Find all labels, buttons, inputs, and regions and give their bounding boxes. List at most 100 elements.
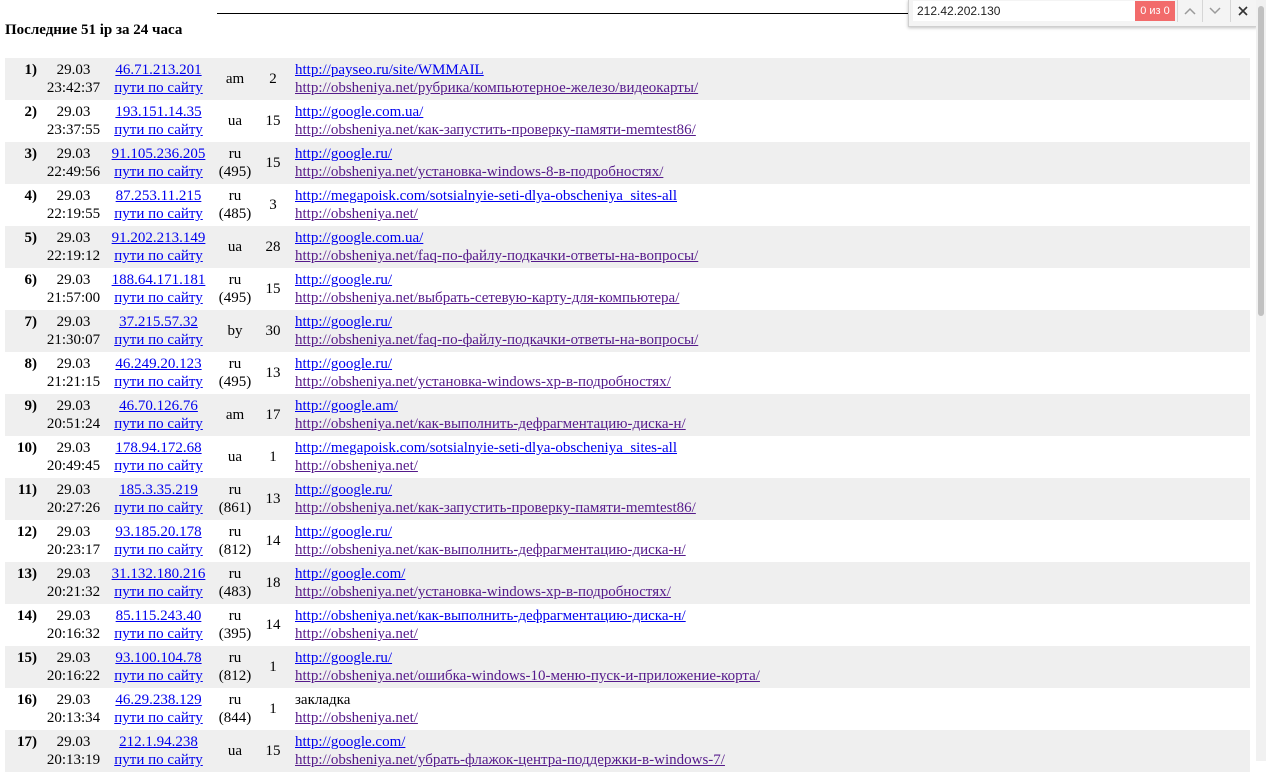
referrer-link[interactable]: http://google.com.ua/: [295, 103, 1250, 121]
site-paths-link[interactable]: пути по сайту: [105, 247, 212, 265]
site-paths-link[interactable]: пути по сайту: [105, 583, 212, 601]
find-input[interactable]: [913, 1, 1141, 21]
country-code: ru: [228, 566, 242, 582]
ip-link[interactable]: 188.64.171.181: [105, 271, 212, 289]
ip-link[interactable]: 85.115.243.40: [105, 607, 212, 625]
ip-link[interactable]: 212.1.94.238: [105, 733, 212, 751]
landing-page-link[interactable]: http://obsheniya.net/убрать-флажок-центр…: [295, 751, 1250, 769]
referrer-link[interactable]: http://google.com.ua/: [295, 229, 1250, 247]
referrer-link[interactable]: http://google.com/: [295, 565, 1250, 583]
ip-link[interactable]: 93.100.104.78: [105, 649, 212, 667]
referrer-link[interactable]: http://payseo.ru/site/WMMAIL: [295, 61, 1250, 79]
landing-page-link[interactable]: http://obsheniya.net/faq-по-файлу-подкач…: [295, 331, 1250, 349]
phone-code: (495): [218, 164, 252, 180]
vertical-scrollbar[interactable]: [1256, 0, 1266, 761]
landing-page-link[interactable]: http://obsheniya.net/как-запустить-прове…: [295, 499, 1250, 517]
landing-page-link[interactable]: http://obsheniya.net/: [295, 205, 1250, 223]
visit-time: 21:57:00: [46, 290, 101, 306]
phone-code: (844): [218, 710, 252, 726]
visit-time: 23:42:37: [46, 80, 101, 96]
landing-page-link[interactable]: http://obsheniya.net/как-запустить-прове…: [295, 121, 1250, 139]
ip-link[interactable]: 37.215.57.32: [105, 313, 212, 331]
visit-count: 15: [258, 730, 291, 772]
site-paths-link[interactable]: пути по сайту: [105, 541, 212, 559]
landing-page-link[interactable]: http://obsheniya.net/установка-windows-8…: [295, 163, 1250, 181]
site-paths-link[interactable]: пути по сайту: [105, 625, 212, 643]
ip-link[interactable]: 185.3.35.219: [105, 481, 212, 499]
ip-link[interactable]: 178.94.172.68: [105, 439, 212, 457]
row-number: 15): [5, 646, 42, 688]
landing-page-link[interactable]: http://obsheniya.net/выбрать-сетевую-кар…: [295, 289, 1250, 307]
site-paths-link[interactable]: пути по сайту: [105, 289, 212, 307]
visit-count: 1: [269, 449, 277, 465]
ip-link[interactable]: 87.253.11.215: [105, 187, 212, 205]
visit-count: 15: [265, 113, 281, 129]
landing-page-link[interactable]: http://obsheniya.net/: [295, 457, 1250, 475]
visit-time: 22:19:12: [46, 248, 101, 264]
landing-page-link[interactable]: http://obsheniya.net/: [295, 625, 1250, 643]
phone-code: (485): [218, 206, 252, 222]
scrollbar-thumb[interactable]: [1258, 6, 1264, 316]
visit-time: 20:23:17: [46, 542, 101, 558]
site-paths-link[interactable]: пути по сайту: [105, 709, 212, 727]
landing-page-link[interactable]: http://obsheniya.net/как-выполнить-дефра…: [295, 415, 1250, 433]
referrer-link[interactable]: http://google.ru/: [295, 313, 1250, 331]
landing-page-link[interactable]: http://obsheniya.net/ошибка-windows-10-м…: [295, 667, 1250, 685]
landing-page-link[interactable]: http://obsheniya.net/faq-по-файлу-подкач…: [295, 247, 1250, 265]
ip-link[interactable]: 91.202.213.149: [105, 229, 212, 247]
visit-date: 29.03: [56, 566, 91, 582]
site-paths-link[interactable]: пути по сайту: [105, 205, 212, 223]
close-icon[interactable]: [1230, 0, 1255, 22]
visit-date: 29.03: [56, 734, 91, 750]
referrer-link[interactable]: http://google.ru/: [295, 355, 1250, 373]
ip-link[interactable]: 46.249.20.123: [105, 355, 212, 373]
country-code: ua: [227, 743, 243, 759]
row-number: 12): [17, 524, 37, 540]
site-paths-link[interactable]: пути по сайту: [105, 667, 212, 685]
ip-link[interactable]: 93.185.20.178: [105, 523, 212, 541]
chevron-down-icon[interactable]: [1202, 0, 1227, 22]
landing-page-link[interactable]: http://obsheniya.net/как-выполнить-дефра…: [295, 541, 1250, 559]
referrer-link[interactable]: http://megapoisk.com/sotsialnyie-seti-dl…: [295, 439, 1250, 457]
ip-link[interactable]: 46.29.238.129: [105, 691, 212, 709]
visit-date: 29.03: [56, 104, 91, 120]
row-number: 6): [24, 272, 38, 288]
landing-page-link[interactable]: http://obsheniya.net/: [295, 709, 1250, 727]
referrer-link[interactable]: http://obsheniya.net/как-выполнить-дефра…: [295, 607, 1250, 625]
row-number: 7): [5, 310, 42, 352]
site-paths-link[interactable]: пути по сайту: [105, 331, 212, 349]
ip-link[interactable]: 31.132.180.216: [105, 565, 212, 583]
visit-count: 30: [258, 310, 291, 352]
site-paths-link[interactable]: пути по сайту: [105, 163, 212, 181]
table-row: 4) 29.03 22:19:55 87.253.11.215 пути по сайт…: [5, 184, 1250, 226]
referrer-link[interactable]: http://google.ru/: [295, 523, 1250, 541]
site-paths-link[interactable]: пути по сайту: [105, 457, 212, 475]
ip-link[interactable]: 46.70.126.76: [105, 397, 212, 415]
referrer-link[interactable]: http://google.am/: [295, 397, 1250, 415]
row-number: 16): [17, 692, 37, 708]
site-paths-link[interactable]: пути по сайту: [105, 373, 212, 391]
landing-page-link[interactable]: http://obsheniya.net/установка-windows-x…: [295, 583, 1250, 601]
referrer-link[interactable]: http://google.com/: [295, 733, 1250, 751]
landing-page-link[interactable]: http://obsheniya.net/установка-windows-x…: [295, 373, 1250, 391]
site-paths-link[interactable]: пути по сайту: [105, 79, 212, 97]
referrer-link[interactable]: http://megapoisk.com/sotsialnyie-seti-dl…: [295, 187, 1250, 205]
referrer-link[interactable]: http://google.ru/: [295, 481, 1250, 499]
ip-link[interactable]: 91.105.236.205: [105, 145, 212, 163]
visit-date: 29.03: [56, 650, 91, 666]
site-paths-link[interactable]: пути по сайту: [105, 415, 212, 433]
chevron-up-icon[interactable]: [1177, 0, 1202, 22]
site-paths-link[interactable]: пути по сайту: [105, 751, 212, 769]
referrer-link[interactable]: http://google.ru/: [295, 271, 1250, 289]
ip-link[interactable]: 193.151.14.35: [105, 103, 212, 121]
site-paths-link[interactable]: пути по сайту: [105, 499, 212, 517]
ip-link[interactable]: 46.71.213.201: [105, 61, 212, 79]
visit-time: 20:16:22: [46, 668, 101, 684]
referrer-link[interactable]: http://google.ru/: [295, 145, 1250, 163]
site-paths-link[interactable]: пути по сайту: [105, 121, 212, 139]
referrer-link[interactable]: http://google.ru/: [295, 649, 1250, 667]
table-row: 8) 29.03 21:21:15 46.249.20.123 пути по сайт…: [5, 352, 1250, 394]
row-number: 1): [5, 58, 42, 100]
country-code: ua: [227, 113, 243, 129]
landing-page-link[interactable]: http://obsheniya.net/рубрика/компьютерно…: [295, 79, 1250, 97]
